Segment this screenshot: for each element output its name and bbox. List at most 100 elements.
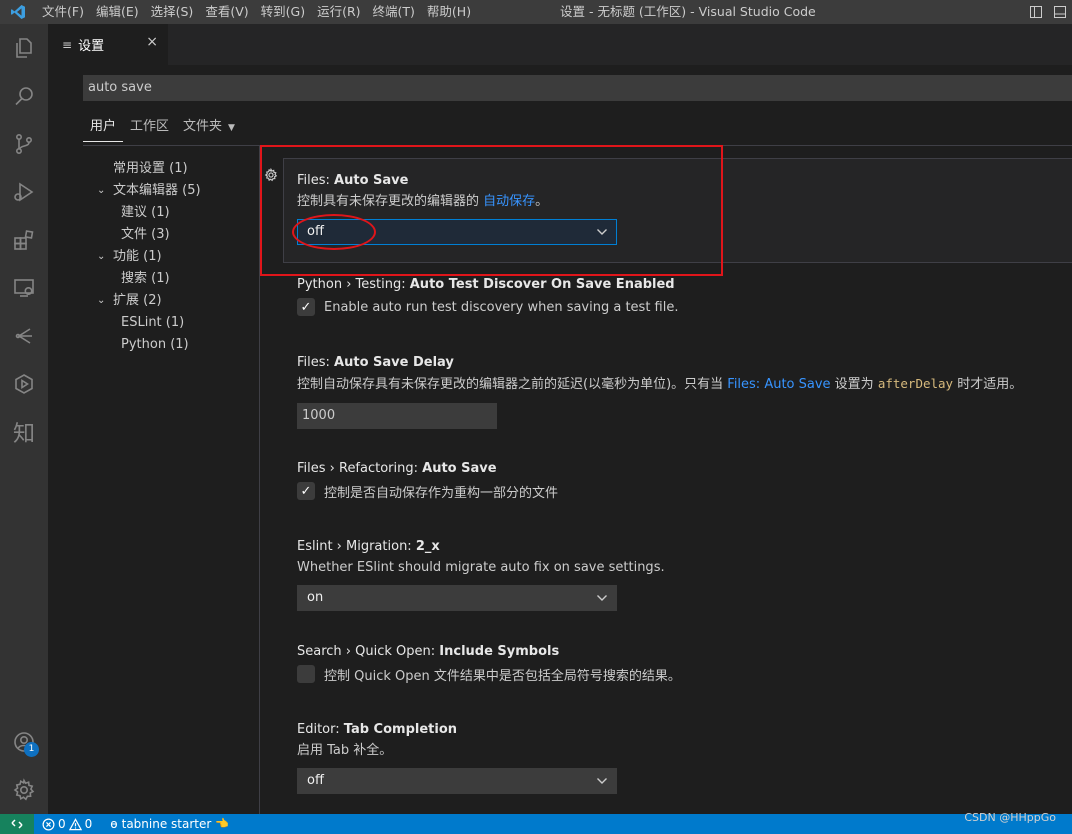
highlight-box-annotation xyxy=(260,145,723,276)
tabnine-status[interactable]: ɵ tabnine starter 👈 xyxy=(102,814,237,834)
quick-open-checkbox[interactable] xyxy=(297,665,315,683)
toc-label: 文件 (3) xyxy=(121,227,170,242)
source-control-icon[interactable] xyxy=(0,120,48,168)
desc-code: afterDelay xyxy=(877,376,954,391)
setting-search-quick-open: Search › Quick Open: Include Symbols 控制 … xyxy=(297,643,1057,684)
toc-item-features[interactable]: ⌄ 功能 (1) xyxy=(83,246,259,268)
setting-category: Python › Testing: xyxy=(297,277,410,292)
toggle-sidebar-icon[interactable] xyxy=(1024,0,1048,24)
setting-key: Auto Save Delay xyxy=(334,355,454,370)
files-auto-save-link[interactable]: Files: Auto Save xyxy=(727,377,830,392)
accounts-badge: 1 xyxy=(24,742,39,757)
setting-key: Include Symbols xyxy=(439,644,560,659)
menu-run[interactable]: 运行(R) xyxy=(311,0,366,24)
toc-item-eslint[interactable]: ESLint (1) xyxy=(83,312,259,334)
python-testing-checkbox[interactable]: ✓ xyxy=(297,298,315,316)
sourcery-icon[interactable] xyxy=(0,360,48,408)
chevron-down-icon xyxy=(596,769,608,802)
problems-status[interactable]: 0 0 xyxy=(34,814,100,834)
settings-toc: 常用设置 (1) ⌄ 文本编辑器 (5) 建议 (1) 文件 (3) ⌄ 功能 (1… xyxy=(83,158,259,356)
highlight-circle-annotation xyxy=(292,214,376,250)
menu-file[interactable]: 文件(F) xyxy=(36,0,90,24)
setting-category: Files › Refactoring: xyxy=(297,461,423,476)
menu-view[interactable]: 查看(V) xyxy=(199,0,254,24)
auto-save-delay-input[interactable]: 1000 xyxy=(297,403,497,429)
run-debug-icon[interactable] xyxy=(0,168,48,216)
warning-icon xyxy=(68,817,82,830)
setting-title: Python › Testing: Auto Test Discover On … xyxy=(297,276,1057,294)
setting-title: Search › Quick Open: Include Symbols xyxy=(297,643,1057,661)
toc-item-files[interactable]: 文件 (3) xyxy=(83,224,259,246)
tab-settings[interactable]: ≡ 设置 × xyxy=(48,24,168,65)
select-value: on xyxy=(307,590,324,605)
setting-category: Search › Quick Open: xyxy=(297,644,440,659)
setting-title: Eslint › Migration: 2_x xyxy=(297,538,1057,556)
desc-text: 时才适用。 xyxy=(953,377,1023,392)
refactoring-checkbox[interactable]: ✓ xyxy=(297,482,315,500)
checkbox-row: 控制 Quick Open 文件结果中是否包括全局符号搜索的结果。 xyxy=(297,664,1057,684)
search-icon[interactable] xyxy=(0,72,48,120)
setting-description: 启用 Tab 补全。 xyxy=(297,743,393,758)
settings-search-input[interactable]: auto save xyxy=(83,75,1072,101)
toc-item-extensions[interactable]: ⌄ 扩展 (2) xyxy=(83,290,259,312)
chevron-down-icon: ▼ xyxy=(228,122,235,133)
menu-go[interactable]: 转到(G) xyxy=(255,0,311,24)
menu-terminal[interactable]: 终端(T) xyxy=(367,0,421,24)
toc-item-commonly-used[interactable]: 常用设置 (1) xyxy=(83,158,259,180)
tab-label: 设置 xyxy=(78,39,105,54)
tab-folder-label: 文件夹 xyxy=(183,118,223,134)
git-lens-icon[interactable] xyxy=(0,312,48,360)
toc-label: 搜索 (1) xyxy=(121,271,170,286)
toc-label: 常用设置 (1) xyxy=(113,161,188,176)
setting-title: Files › Refactoring: Auto Save xyxy=(297,460,1057,478)
chevron-down-icon: ⌄ xyxy=(97,185,106,196)
toc-label: 扩展 (2) xyxy=(113,293,162,308)
zhihu-icon[interactable]: 知 xyxy=(0,408,48,456)
setting-category: Eslint › Migration: xyxy=(297,539,416,554)
tab-workspace[interactable]: 工作区 xyxy=(123,113,176,141)
setting-title: Files: Auto Save Delay xyxy=(297,354,1057,372)
error-icon xyxy=(42,818,55,830)
eslint-migration-select[interactable]: on xyxy=(297,585,617,611)
tab-folder[interactable]: 文件夹 ▼ xyxy=(176,113,242,142)
setting-key: Auto Save xyxy=(422,461,497,476)
remote-indicator-icon[interactable] xyxy=(0,814,34,834)
setting-editor-tab-completion: Editor: Tab Completion 启用 Tab 补全。 xyxy=(297,721,1057,761)
error-count: 0 xyxy=(58,817,66,831)
toc-label: 文本编辑器 (5) xyxy=(113,183,201,198)
menu-help[interactable]: 帮助(H) xyxy=(421,0,477,24)
manage-gear-icon[interactable] xyxy=(0,766,48,814)
tab-user[interactable]: 用户 xyxy=(83,113,124,142)
close-icon[interactable]: × xyxy=(146,34,158,50)
toc-item-suggestions[interactable]: 建议 (1) xyxy=(83,202,259,224)
toc-item-python[interactable]: Python (1) xyxy=(83,334,259,356)
toc-item-text-editor[interactable]: ⌄ 文本编辑器 (5) xyxy=(83,180,259,202)
chevron-down-icon: ⌄ xyxy=(97,251,106,262)
checkbox-row: ✓ 控制是否自动保存作为重构一部分的文件 xyxy=(297,481,1057,501)
tab-completion-select[interactable]: off xyxy=(297,768,617,794)
select-value: off xyxy=(307,773,324,788)
toc-label: ESLint (1) xyxy=(121,315,185,330)
menu-edit[interactable]: 编辑(E) xyxy=(90,0,145,24)
window-title: 设置 - 无标题 (工作区) - Visual Studio Code xyxy=(560,4,816,19)
setting-description: Whether ESlint should migrate auto fix o… xyxy=(297,560,665,575)
accounts-icon[interactable]: 1 xyxy=(0,718,48,766)
zhihu-glyph: 知 xyxy=(12,422,35,447)
desc-text: 控制自动保存具有未保存更改的编辑器之前的延迟(以毫秒为单位)。只有当 xyxy=(297,377,728,392)
setting-eslint-migration: Eslint › Migration: 2_x Whether ESlint s… xyxy=(297,538,1057,578)
extensions-icon[interactable] xyxy=(0,216,48,264)
setting-files-refactoring: Files › Refactoring: Auto Save ✓ 控制是否自动保… xyxy=(297,460,1057,501)
setting-key: Tab Completion xyxy=(343,722,458,737)
menu-selection[interactable]: 选择(S) xyxy=(145,0,200,24)
toc-item-search[interactable]: 搜索 (1) xyxy=(83,268,259,290)
setting-key: Auto Test Discover On Save Enabled xyxy=(409,277,675,292)
setting-key: 2_x xyxy=(415,539,440,554)
layout-controls xyxy=(1024,0,1072,24)
toggle-panel-icon[interactable] xyxy=(1048,0,1072,24)
status-bar: 0 0 ɵ tabnine starter 👈 xyxy=(0,814,1072,834)
checkbox-label: 控制是否自动保存作为重构一部分的文件 xyxy=(324,485,559,501)
desc-text: 设置为 xyxy=(830,377,878,392)
remote-explorer-icon[interactable] xyxy=(0,264,48,312)
settings-list: Files: Auto Save 控制具有未保存更改的编辑器的 自动保存。 of… xyxy=(260,145,1072,814)
files-icon[interactable] xyxy=(0,24,48,72)
